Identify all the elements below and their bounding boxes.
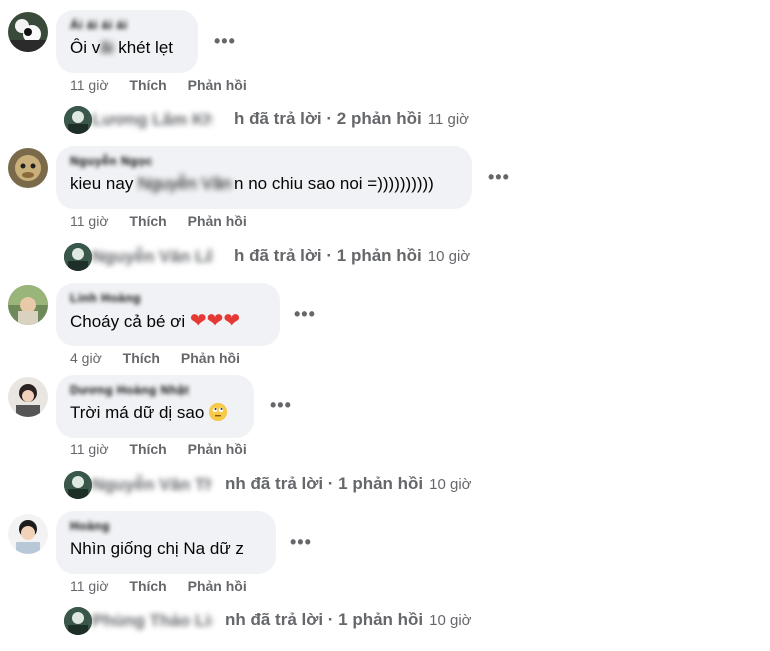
reply-count: h đã trả lời · 2 phản hồi 11 giờ [234, 109, 470, 128]
like-button[interactable]: Thích [123, 350, 160, 366]
reply-avatar [64, 106, 92, 134]
reply-author: Nguyễn Văn Thanh [92, 475, 212, 494]
reply-button[interactable]: Phản hồi [188, 578, 247, 594]
avatar[interactable] [8, 514, 48, 554]
avatar[interactable] [8, 377, 48, 417]
comment-author[interactable]: Hoàng [70, 519, 262, 534]
more-options-icon[interactable]: ••• [270, 396, 292, 414]
comment-bubble: Dương Hoàng Nhật Trời má dữ dị sao [56, 375, 254, 438]
comment-bubble: Ái ái ái ái Ôi vãi khét lẹt [56, 10, 198, 73]
more-options-icon[interactable]: ••• [294, 305, 316, 323]
reply-summary[interactable]: Phùng Thảo Linh nh đã trả lời · 1 phản h… [64, 607, 484, 635]
more-options-icon[interactable]: ••• [214, 32, 236, 50]
heart-emoji: ❤❤❤ [189, 310, 241, 332]
comment-text: Choáy cả bé ơi ❤❤❤ [70, 310, 241, 332]
rolling-eyes-emoji [209, 403, 228, 421]
reply-avatar [64, 243, 92, 271]
comment-bubble: Hoàng Nhìn giống chị Na dữ z [56, 511, 276, 574]
avatar[interactable] [8, 285, 48, 325]
reply-author: Phùng Thảo Linh [92, 611, 212, 630]
comment-actions: 11 giờ Thích Phản hồi [70, 77, 264, 93]
comment-author[interactable]: Dương Hoàng Nhật [70, 383, 240, 398]
comment-author[interactable]: Linh Hoàng [70, 291, 266, 306]
comment-text: Ôi vãi khét lẹt [70, 38, 174, 57]
comment-author[interactable]: Nguyễn Ngọc [70, 154, 458, 169]
comment-author[interactable]: Ái ái ái ái [70, 18, 184, 33]
reply-summary[interactable]: Lương Lâm Khánh h đã trả lời · 2 phản hồ… [64, 106, 484, 134]
reply-button[interactable]: Phản hồi [188, 77, 247, 93]
like-button[interactable]: Thích [129, 77, 166, 93]
reply-author: Lương Lâm Khánh [92, 110, 212, 129]
comment-actions: 4 giờ Thích Phản hồi [70, 350, 257, 366]
avatar[interactable] [8, 12, 48, 52]
like-button[interactable]: Thích [129, 441, 166, 457]
comment-time[interactable]: 4 giờ [70, 350, 102, 366]
comment-actions: 11 giờ Thích Phản hồi [70, 578, 264, 594]
reply-button[interactable]: Phản hồi [188, 441, 247, 457]
comment-bubble: Nguyễn Ngọc kieu nay Nguyễn Văn n no chiu… [56, 146, 472, 209]
comment-actions: 11 giờ Thích Phản hồi [70, 213, 264, 229]
like-button[interactable]: Thích [129, 578, 166, 594]
reply-avatar [64, 471, 92, 499]
comment-time[interactable]: 11 giờ [70, 213, 109, 229]
reply-count: nh đã trả lời · 1 phản hồi 10 giờ [225, 474, 472, 493]
avatar[interactable] [8, 148, 48, 188]
comment-time[interactable]: 11 giờ [70, 77, 109, 93]
like-button[interactable]: Thích [129, 213, 166, 229]
comment-actions: 11 giờ Thích Phản hồi [70, 441, 264, 457]
reply-count: nh đã trả lời · 1 phản hồi 10 giờ [225, 610, 472, 629]
reply-button[interactable]: Phản hồi [188, 213, 247, 229]
comment-text: Trời má dữ dị sao [70, 402, 240, 424]
reply-count: h đã trả lời · 1 phản hồi 10 giờ [234, 246, 471, 265]
comment-bubble: Linh Hoàng Choáy cả bé ơi ❤❤❤ [56, 283, 280, 346]
more-options-icon[interactable]: ••• [488, 168, 510, 186]
reply-button[interactable]: Phản hồi [181, 350, 240, 366]
reply-author: Nguyễn Văn Lâm [92, 247, 212, 266]
comment-time[interactable]: 11 giờ [70, 578, 109, 594]
reply-summary[interactable]: Nguyễn Văn Thanh nh đã trả lời · 1 phản … [64, 471, 484, 499]
comment-time[interactable]: 11 giờ [70, 441, 109, 457]
comment-text: kieu nay Nguyễn Văn n no chiu sao noi =))… [70, 174, 434, 193]
reply-avatar [64, 607, 92, 635]
comment-text: Nhìn giống chị Na dữ z [70, 539, 244, 558]
more-options-icon[interactable]: ••• [290, 533, 312, 551]
reply-summary[interactable]: Nguyễn Văn Lâm h đã trả lời · 1 phản hồi… [64, 243, 484, 271]
